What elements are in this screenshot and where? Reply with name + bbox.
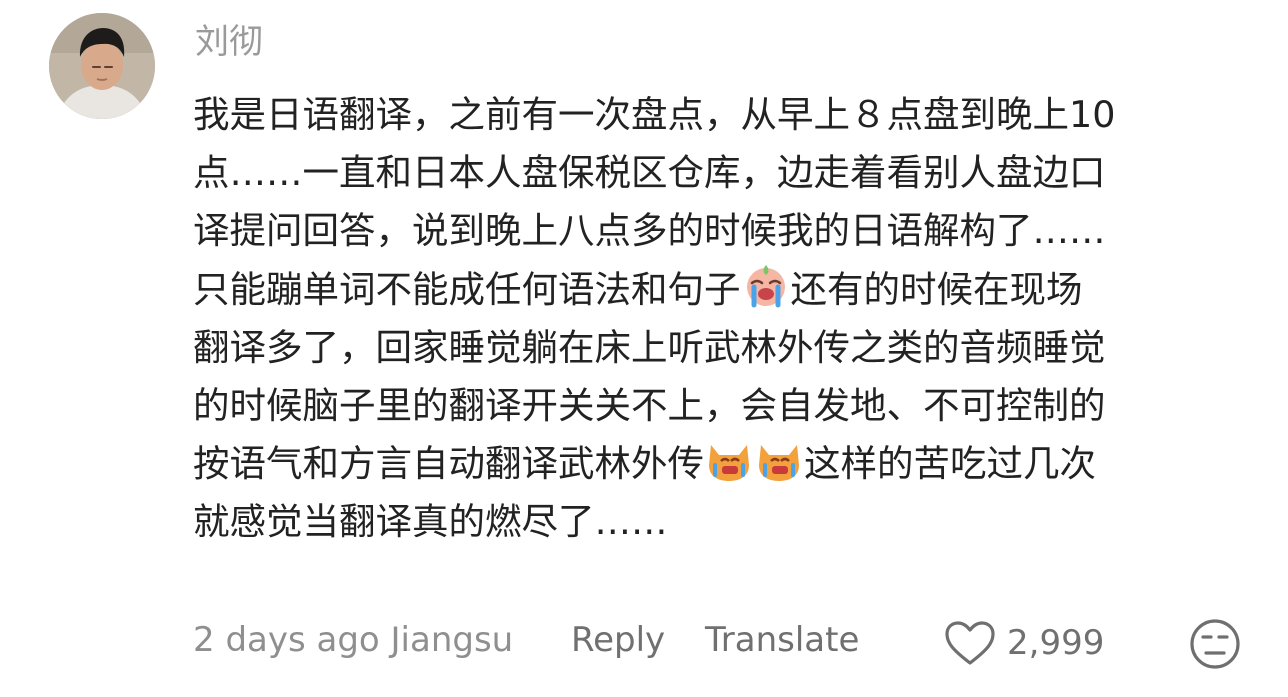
like-button[interactable]: 2,999 [943, 618, 1104, 668]
crying-cat-emoji [755, 435, 803, 483]
comment-line: 翻译多了，回家睡觉躺在床上听武林外传之类的音频睡觉 [193, 325, 1106, 369]
comment-footer: 2 days ago Jiangsu Reply Translate 2,999 [193, 618, 1253, 670]
comment-line: 我是日语翻译，之前有一次盘点，从早上８点盘到晚上10 [193, 93, 1116, 136]
comment-meta: 2 days ago Jiangsu [193, 620, 514, 660]
comment-line: 只能蹦单词不能成任何语法和句子 还有的时候在现场 [193, 261, 1263, 319]
reply-button[interactable]: Reply [571, 620, 665, 660]
heart-icon [945, 621, 995, 665]
crying-face-emoji [742, 261, 790, 309]
comment-line: 点……一直和日本人盘保税区仓库，边走着看别人盘边口 [193, 151, 1106, 195]
comment-line: 就感觉当翻译真的燃尽了…… [193, 500, 668, 544]
comment-author[interactable]: 刘彻 [195, 20, 263, 64]
comment-line: 按语气和方言自动翻译武林外传 这样的苦吃过几次 [193, 435, 1263, 493]
translate-button[interactable]: Translate [705, 620, 859, 660]
unamused-face-icon[interactable] [1189, 618, 1241, 670]
like-count: 2,999 [1007, 623, 1105, 663]
comment-line: 的时候脑子里的翻译开关关不上，会自发地、不可控制的 [193, 384, 1106, 428]
comment-line: 译提问回答，说到晚上八点多的时候我的日语解构了…… [193, 209, 1106, 253]
comment-body: 我是日语翻译，之前有一次盘点，从早上８点盘到晚上10 点……一直和日本人盘保税区… [193, 86, 1263, 552]
avatar[interactable] [49, 13, 155, 119]
crying-cat-emoji [705, 435, 753, 483]
avatar-photo [49, 13, 155, 119]
